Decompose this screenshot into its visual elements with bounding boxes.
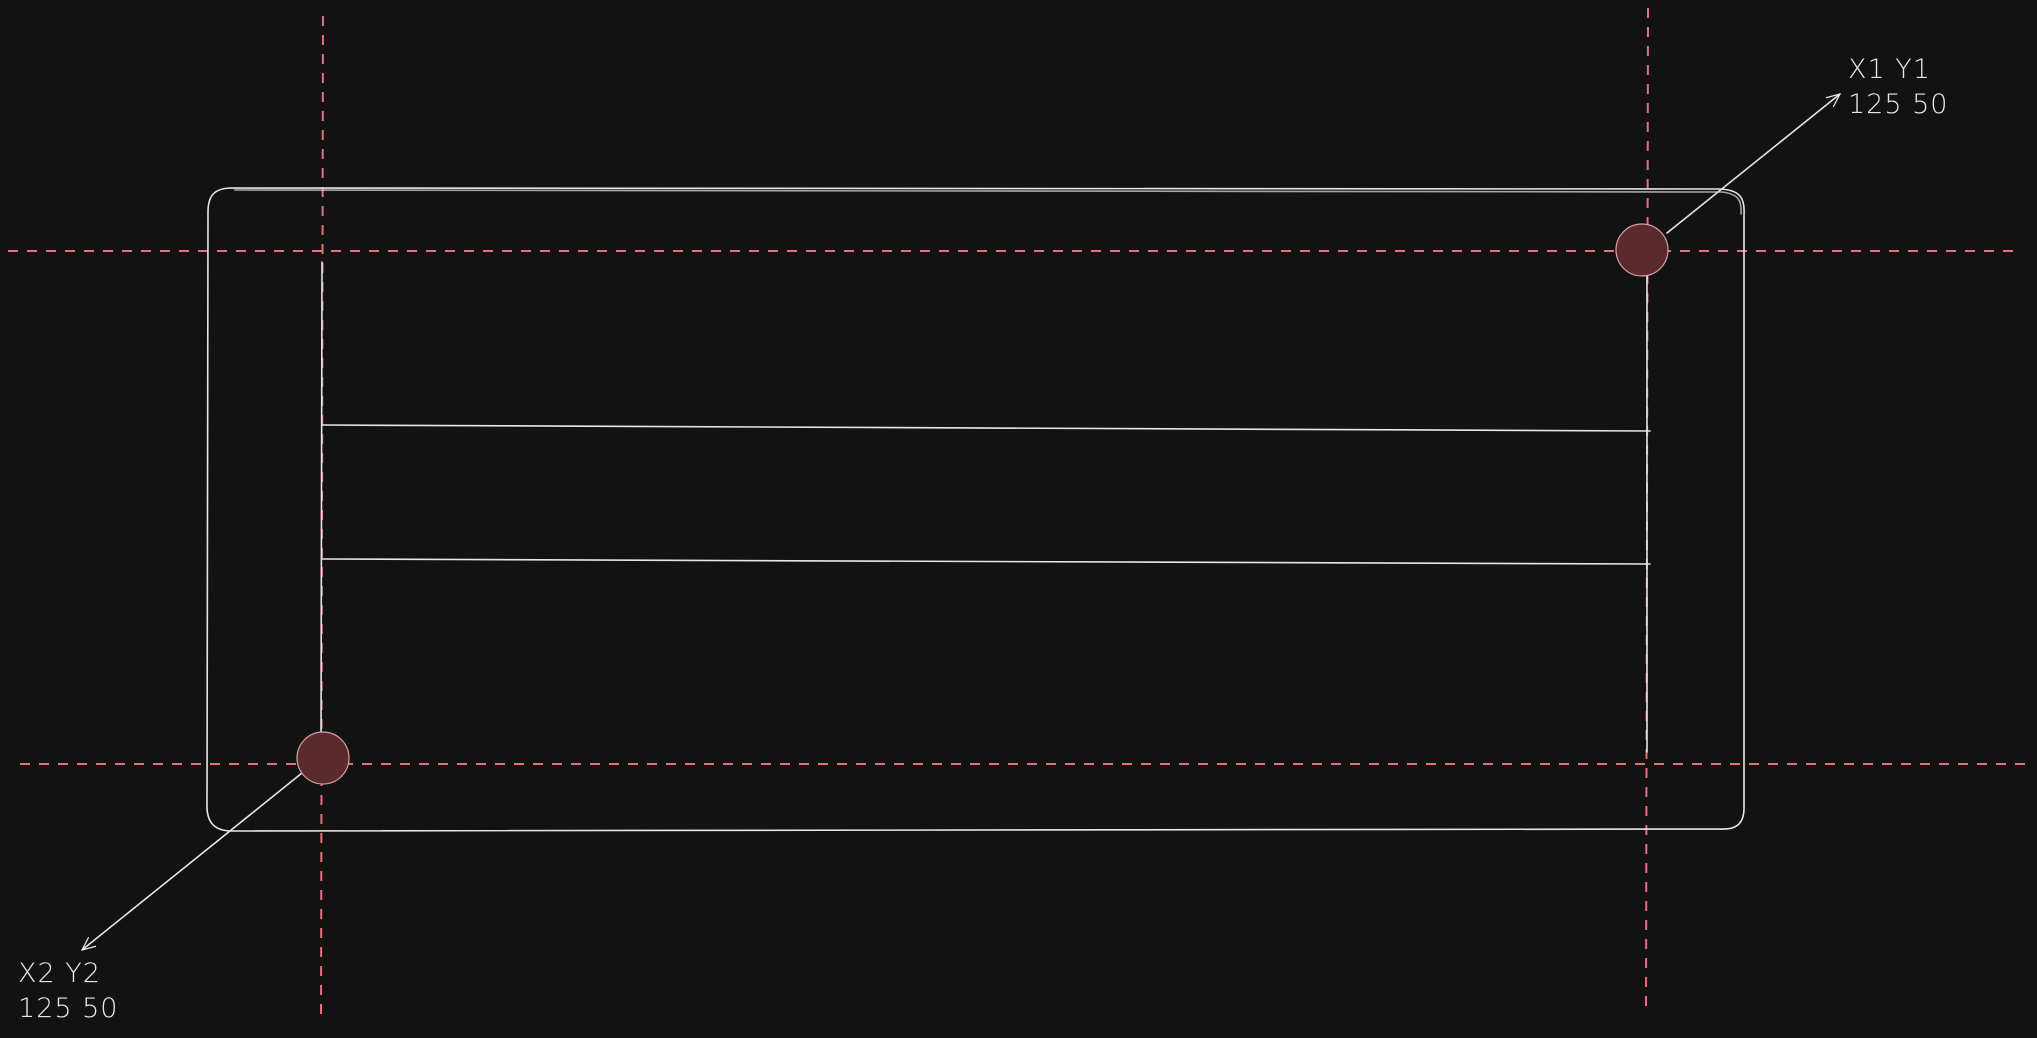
annotation-top-right: X1 Y1 125 50 [1848,52,1948,122]
arrow-icon [81,772,303,951]
annotation-bottom-left-values: 125 50 [18,993,119,1024]
inner-line-lower [321,558,1651,565]
inner-line-upper [321,424,1651,432]
annotation-bottom-left-labels: X2 Y2 [18,958,101,989]
diagram-canvas: X1 Y1 125 50 X2 Y2 125 50 [0,0,2037,1038]
annotation-bottom-left: X2 Y2 125 50 [18,956,118,1026]
handle-dot-icon[interactable] [296,731,350,785]
arrow-icon [1666,93,1841,234]
diagram-svg [8,7,2030,1019]
annotation-top-right-labels: X1 Y1 [1848,54,1931,85]
annotation-top-right-values: 125 50 [1848,89,1949,120]
guide-lines [8,7,2030,1019]
handle-dot-icon[interactable] [1615,223,1669,277]
outer-rectangle [206,184,1745,832]
arrows [81,93,1841,951]
inner-line-left [320,261,323,743]
inner-lines [320,261,1651,753]
